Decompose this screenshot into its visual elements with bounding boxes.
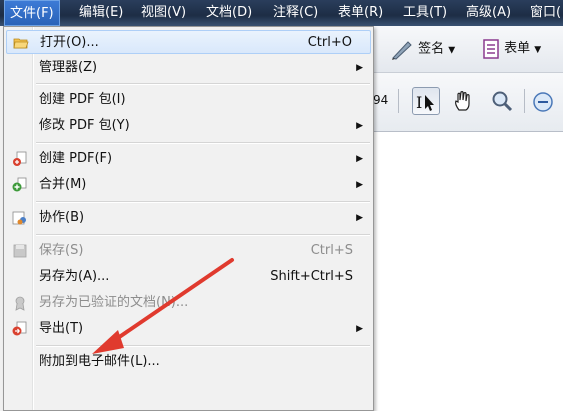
menu-item-open[interactable]: 打开(O)... Ctrl+O — [6, 30, 371, 54]
menu-view[interactable]: 视图(V) — [136, 0, 191, 26]
menu-item-save[interactable]: 保存(S) Ctrl+S — [6, 239, 371, 263]
menu-separator — [36, 345, 370, 347]
submenu-arrow-icon: ▶ — [356, 154, 363, 164]
menu-window[interactable]: 窗口( — [525, 0, 563, 26]
pen-icon — [392, 41, 412, 60]
submenu-arrow-icon: ▶ — [356, 63, 363, 73]
chevron-down-icon: ▼ — [534, 45, 542, 55]
folder-open-icon — [13, 38, 29, 49]
menu-separator — [36, 201, 370, 203]
menu-advanced[interactable]: 高级(A) — [461, 0, 516, 26]
menu-item-label: 合并(M) — [39, 177, 87, 192]
hand-icon — [455, 91, 470, 111]
menu-item-label: 创建 PDF 包(I) — [39, 92, 126, 107]
save-icon — [13, 244, 27, 258]
menu-item-label: 管理器(Z) — [39, 60, 98, 75]
menu-item-label: 打开(O)... — [40, 35, 99, 50]
collaborate-icon — [12, 211, 26, 225]
menu-item-shortcut: Shift+Ctrl+S — [270, 269, 353, 284]
certified-ribbon-icon — [15, 296, 25, 311]
menu-item-label: 附加到电子邮件(L)... — [39, 354, 160, 369]
menu-item-label: 保存(S) — [39, 243, 84, 258]
form-icon — [483, 38, 499, 59]
toolbar-primary: 签名 ▼ 表单 ▼ — [372, 26, 563, 73]
hand-tool-button[interactable] — [450, 87, 478, 115]
chevron-down-icon: ▼ — [448, 45, 456, 56]
menu-item-attach-to-email[interactable]: 附加到电子邮件(L)... — [6, 350, 371, 374]
zoom-out-icon[interactable] — [532, 91, 554, 117]
file-menu: 打开(O)... Ctrl+O 管理器(Z) ▶ 创建 PDF 包(I) 修改 … — [3, 26, 374, 411]
menu-separator — [36, 234, 370, 236]
menu-item-organizer[interactable]: 管理器(Z) ▶ — [6, 56, 371, 80]
menu-item-label: 协作(B) — [39, 210, 85, 225]
text-select-icon: I — [416, 93, 434, 112]
create-pdf-icon — [13, 151, 27, 166]
submenu-arrow-icon: ▶ — [356, 213, 363, 223]
menu-item-combine[interactable]: 合并(M) ▶ — [6, 173, 371, 197]
menu-item-label: 修改 PDF 包(Y) — [39, 118, 130, 133]
menu-item-export[interactable]: 导出(T) ▶ — [6, 317, 371, 341]
submenu-arrow-icon: ▶ — [356, 324, 363, 334]
toolbar-divider — [524, 89, 525, 113]
document-canvas[interactable] — [372, 132, 563, 411]
menu-comment[interactable]: 注释(C) — [268, 0, 323, 26]
menu-separator — [36, 83, 370, 85]
export-icon — [12, 321, 27, 336]
menu-item-label: 另存为(A)... — [39, 269, 110, 284]
menu-item-save-as[interactable]: 另存为(A)... Shift+Ctrl+S — [6, 265, 371, 289]
menu-file[interactable]: 文件(F) — [4, 0, 60, 26]
menu-item-modify-pdf-package[interactable]: 修改 PDF 包(Y) ▶ — [6, 114, 371, 138]
zoom-tool-button[interactable] — [488, 87, 516, 115]
submenu-arrow-icon: ▶ — [356, 180, 363, 190]
magnifier-icon — [492, 91, 513, 112]
menu-item-save-as-certified[interactable]: 另存为已验证的文档(N)... — [6, 291, 371, 315]
toolbar-divider — [398, 89, 399, 113]
menu-edit[interactable]: 编辑(E) — [74, 0, 128, 26]
form-label: 表单 — [504, 41, 531, 56]
menu-item-shortcut: Ctrl+O — [307, 35, 352, 50]
menu-item-label: 导出(T) — [39, 321, 84, 336]
menu-document[interactable]: 文档(D) — [201, 0, 257, 26]
menu-separator — [36, 142, 370, 144]
select-tool-button[interactable]: I — [412, 87, 440, 115]
menu-item-label: 另存为已验证的文档(N)... — [39, 295, 189, 310]
menu-item-create-pdf[interactable]: 创建 PDF(F) ▶ — [6, 147, 371, 171]
menu-bar: 文件(F) 编辑(E) 视图(V) 文档(D) 注释(C) 表单(R) 工具(T… — [0, 0, 563, 26]
svg-text:I: I — [416, 93, 422, 112]
menu-item-collaborate[interactable]: 协作(B) ▶ — [6, 206, 371, 230]
menu-forms[interactable]: 表单(R) — [333, 0, 388, 26]
form-button[interactable]: 表单 ▼ — [482, 38, 541, 60]
sign-label: 签名 — [418, 41, 445, 57]
toolbar-secondary: 94 I — [372, 73, 563, 132]
menu-item-label: 创建 PDF(F) — [39, 151, 113, 166]
menu-tools[interactable]: 工具(T) — [398, 0, 452, 26]
page-number-partial: 94 — [373, 93, 389, 107]
submenu-arrow-icon: ▶ — [356, 121, 363, 131]
menu-item-shortcut: Ctrl+S — [310, 243, 353, 258]
combine-icon — [12, 177, 27, 192]
menu-item-create-pdf-package[interactable]: 创建 PDF 包(I) — [6, 88, 371, 112]
sign-button[interactable]: 签名 ▼ — [390, 38, 455, 60]
